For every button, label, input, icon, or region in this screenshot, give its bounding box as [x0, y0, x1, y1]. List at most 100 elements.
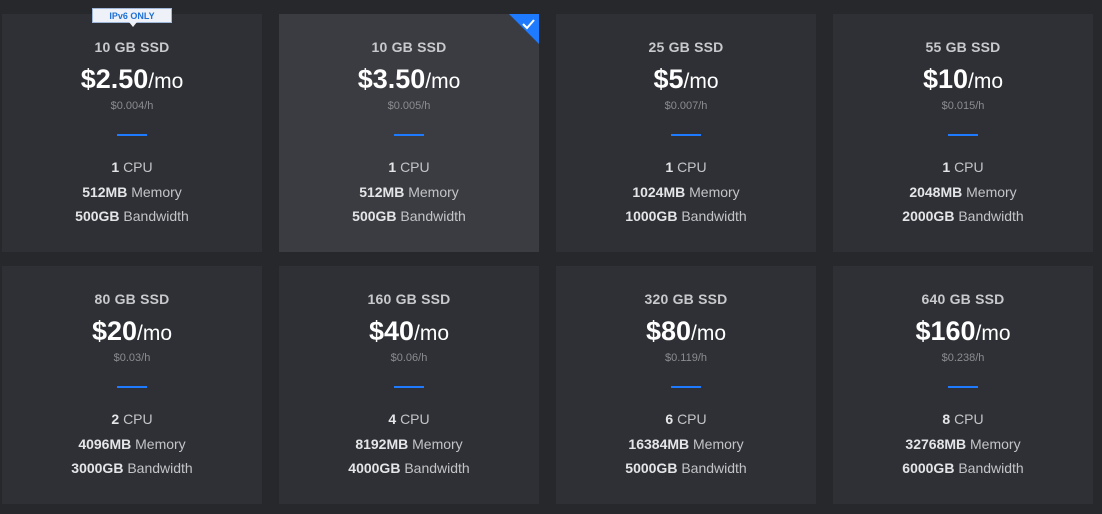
plan-price: $3.50/mo [279, 64, 539, 97]
plan-card[interactable]: 160 GB SSD $40/mo $0.06/h 4 CPU 8192MB M… [279, 266, 539, 504]
divider [117, 386, 147, 388]
memory-value: 512MB [82, 183, 128, 200]
plan-specs: 1 CPU 2048MB Memory 2000GB Bandwidth [833, 155, 1093, 229]
plan-card[interactable]: 25 GB SSD $5/mo $0.007/h 1 CPU 1024MB Me… [556, 14, 816, 252]
cpu-label: CPU [400, 159, 430, 175]
bandwidth-value: 500GB [75, 208, 120, 224]
plan-specs: 1 CPU 1024MB Memory 1000GB Bandwidth [556, 155, 816, 229]
plan-card[interactable]: 80 GB SSD $20/mo $0.03/h 2 CPU 4096MB Me… [2, 266, 262, 504]
price-amount: $40 [368, 316, 415, 346]
plan-card[interactable]: 320 GB SSD $80/mo $0.119/h 6 CPU 16384MB… [556, 266, 816, 504]
memory-label: Memory [135, 435, 186, 452]
cpu-label: CPU [677, 411, 707, 427]
plan-storage: 55 GB SSD [925, 39, 1001, 55]
memory-label: Memory [412, 435, 463, 452]
plan-hourly-price: $0.007/h [664, 100, 708, 112]
plan-hourly-price: $0.238/h [941, 352, 985, 364]
spec-bandwidth: 1000GB Bandwidth [556, 204, 816, 229]
plan-price: $160/mo [833, 316, 1093, 349]
plan-card[interactable]: 55 GB SSD $10/mo $0.015/h 1 CPU 2048MB M… [833, 14, 1093, 252]
price-amount: $20 [91, 316, 138, 346]
plan-price: $2.50/mo [2, 64, 262, 97]
plan-storage: 10 GB SSD [94, 39, 170, 55]
plan-specs: 1 CPU 512MB Memory 500GB Bandwidth [2, 155, 262, 229]
plan-hourly-price: $0.06/h [390, 352, 428, 364]
price-unit: /mo [414, 322, 450, 345]
cpu-label: CPU [123, 159, 153, 175]
plan-specs: 2 CPU 4096MB Memory 3000GB Bandwidth [2, 407, 262, 481]
cpu-value: 1 [942, 159, 951, 175]
price-amount: $5 [653, 64, 684, 94]
spec-cpu: 2 CPU [2, 407, 262, 432]
cpu-label: CPU [954, 159, 984, 175]
bandwidth-value: 1000GB [625, 208, 678, 224]
cpu-label: CPU [677, 159, 707, 175]
memory-label: Memory [966, 183, 1017, 200]
spec-cpu: 1 CPU [556, 155, 816, 180]
memory-label: Memory [408, 183, 459, 200]
ipv6-only-badge: IPv6 ONLY [92, 8, 172, 27]
memory-label: Memory [131, 183, 182, 200]
price-unit: /mo [691, 322, 727, 345]
spec-cpu: 8 CPU [833, 407, 1093, 432]
plan-card[interactable]: IPv6 ONLY 10 GB SSD $2.50/mo $0.004/h 1 … [2, 8, 262, 252]
spec-bandwidth: 4000GB Bandwidth [279, 456, 539, 481]
plan-grid: IPv6 ONLY 10 GB SSD $2.50/mo $0.004/h 1 … [2, 8, 1093, 504]
divider [671, 134, 701, 136]
plan-storage: 160 GB SSD [367, 291, 451, 307]
spec-bandwidth: 3000GB Bandwidth [2, 456, 262, 481]
spec-memory: 4096MB Memory [2, 432, 262, 457]
bandwidth-value: 500GB [352, 208, 397, 224]
plan-card[interactable]: 640 GB SSD $160/mo $0.238/h 8 CPU 32768M… [833, 266, 1093, 504]
spec-cpu: 1 CPU [833, 155, 1093, 180]
divider [394, 134, 424, 136]
memory-label: Memory [693, 435, 744, 452]
spec-memory: 1024MB Memory [556, 180, 816, 205]
plan-hourly-price: $0.015/h [941, 100, 985, 112]
memory-label: Memory [689, 183, 740, 200]
memory-label: Memory [970, 435, 1021, 452]
cpu-value: 6 [665, 411, 674, 427]
spec-cpu: 4 CPU [279, 407, 539, 432]
memory-value: 512MB [359, 183, 405, 200]
plan-card-selected[interactable]: 10 GB SSD $3.50/mo $0.005/h 1 CPU 512MB … [279, 14, 539, 252]
plan-specs: 8 CPU 32768MB Memory 6000GB Bandwidth [833, 407, 1093, 481]
bandwidth-label: Bandwidth [958, 460, 1024, 476]
divider [117, 134, 147, 136]
memory-value: 1024MB [632, 183, 686, 200]
plan-storage: 640 GB SSD [921, 291, 1005, 307]
spec-bandwidth: 6000GB Bandwidth [833, 456, 1093, 481]
price-amount: $3.50 [357, 64, 426, 94]
memory-value: 4096MB [78, 435, 132, 452]
spec-bandwidth: 2000GB Bandwidth [833, 204, 1093, 229]
price-unit: /mo [425, 70, 461, 93]
cpu-value: 1 [665, 159, 674, 175]
bandwidth-label: Bandwidth [681, 460, 747, 476]
bandwidth-label: Bandwidth [400, 208, 466, 224]
bandwidth-label: Bandwidth [127, 460, 193, 476]
price-amount: $2.50 [80, 64, 149, 94]
cpu-label: CPU [954, 411, 984, 427]
bandwidth-value: 3000GB [71, 460, 124, 476]
plan-price: $10/mo [833, 64, 1093, 97]
plan-hourly-price: $0.004/h [110, 100, 154, 112]
plan-price: $20/mo [2, 316, 262, 349]
spec-memory: 512MB Memory [279, 180, 539, 205]
spec-bandwidth: 500GB Bandwidth [2, 204, 262, 229]
divider [394, 386, 424, 388]
divider [948, 386, 978, 388]
spec-cpu: 1 CPU [279, 155, 539, 180]
plan-price: $5/mo [556, 64, 816, 97]
spec-memory: 512MB Memory [2, 180, 262, 205]
memory-value: 32768MB [905, 435, 967, 452]
bandwidth-value: 5000GB [625, 460, 678, 476]
bandwidth-value: 6000GB [902, 460, 955, 476]
spec-cpu: 1 CPU [2, 155, 262, 180]
price-unit: /mo [683, 70, 719, 93]
plan-storage: 320 GB SSD [644, 291, 728, 307]
memory-value: 2048MB [909, 183, 963, 200]
bandwidth-label: Bandwidth [404, 460, 470, 476]
price-amount: $10 [922, 64, 969, 94]
bandwidth-label: Bandwidth [123, 208, 189, 224]
plan-storage: 25 GB SSD [648, 39, 724, 55]
